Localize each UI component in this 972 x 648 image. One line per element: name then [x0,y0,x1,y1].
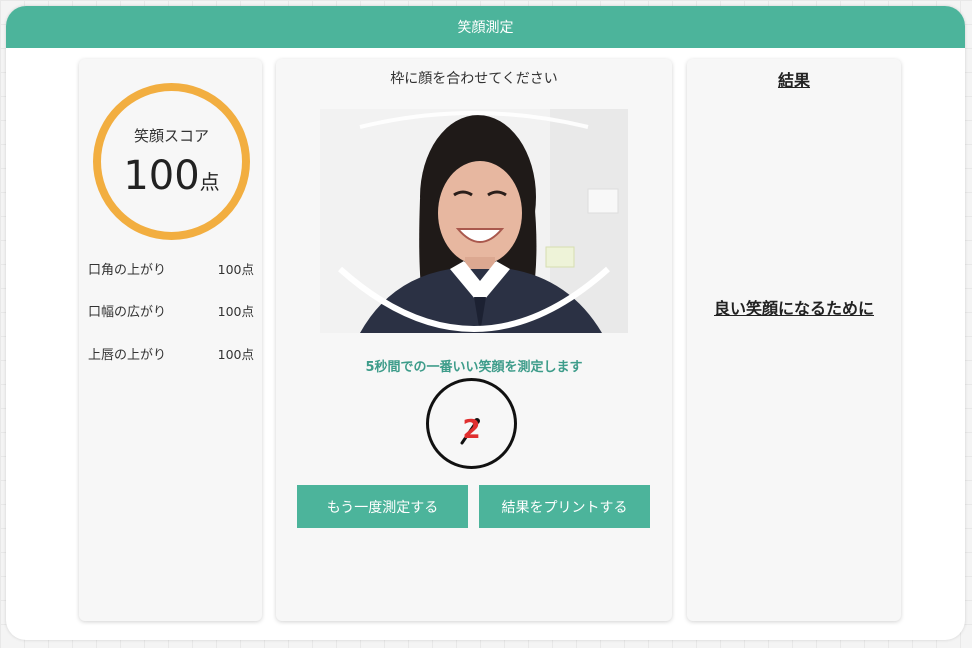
metric-row-mouth-corner: 口角の上がり 100点 [88,259,254,281]
score-value: 100点 [101,153,242,199]
score-ring: 笑顔スコア 100点 [93,83,250,240]
instruction-text: 枠に顔を合わせてください [390,71,558,87]
metric-row-upper-lip: 上唇の上がり 100点 [88,344,254,366]
score-panel: 笑顔スコア 100点 口角の上がり 100点 口幅の広がり 100点 上唇の上が… [79,59,262,621]
app-window: 笑顔測定 笑顔スコア 100点 口角の上がり 100点 口幅の広がり 100点 … [6,6,965,640]
tips-link[interactable]: 良い笑顔になるために [687,295,901,319]
metric-value: 100点 [217,304,254,319]
title-bar: 笑顔測定 [6,6,965,48]
score-ring-label: 笑顔スコア [133,127,209,145]
countdown-timer: 2 [426,378,517,469]
score-number: 100 [123,153,200,199]
camera-preview [320,109,628,333]
metric-label: 口幅の広がり [88,305,167,320]
metric-row-mouth-width: 口幅の広がり 100点 [88,301,254,323]
score-unit: 点 [199,170,220,194]
app-title: 笑顔測定 [457,20,514,36]
metric-label: 上唇の上がり [88,348,167,363]
print-result-button[interactable]: 結果をプリントする [479,485,650,528]
camera-panel: 枠に顔を合わせてください 5秒間での一番いい笑顔を測定します 2 もう一度測定す… [276,59,672,621]
countdown-number: 2 [462,415,481,445]
retry-button[interactable]: もう一度測定する [297,485,468,528]
metric-value: 100点 [217,347,254,362]
metric-label: 口角の上がり [88,263,167,278]
metric-value: 100点 [217,262,254,277]
result-panel: 結果 良い笑顔になるために [687,59,901,621]
measure-note: 5秒間での一番いい笑顔を測定します [365,360,583,375]
result-title: 結果 [777,71,810,90]
camera-image [320,109,628,333]
